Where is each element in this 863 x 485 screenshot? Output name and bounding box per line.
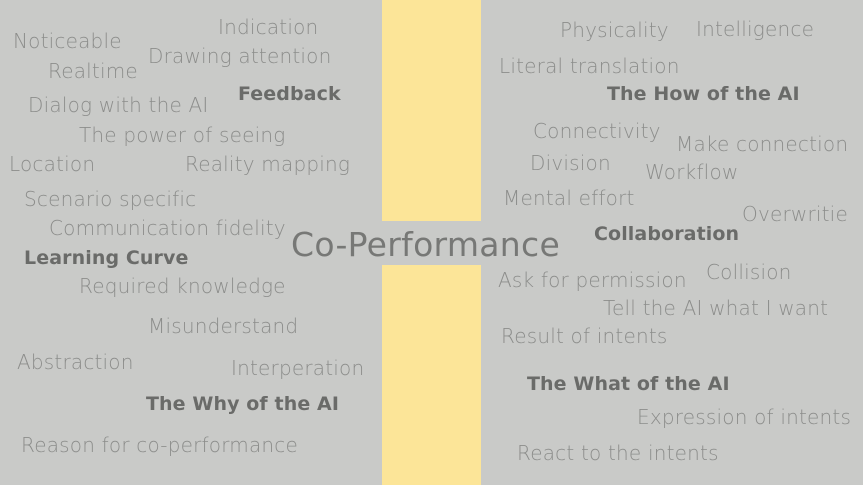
word-misunderstand: Misunderstand [148,314,299,338]
heading-how-of-ai: The How of the AI [607,83,800,105]
word-abstraction: Abstraction [17,350,134,374]
word-indication: Indication [218,15,319,39]
word-tell-ai: Tell the AI what I want [603,296,829,320]
word-dialog: Dialog with the AI [28,93,209,117]
word-collision: Collision [706,260,792,284]
word-make-connection: Make connection [676,132,849,156]
word-literal-translation: Literal translation [499,54,680,78]
heading-what-of-ai: The What of the AI [527,373,730,395]
word-reason: Reason for co-performance [21,433,299,457]
word-mental-effort: Mental effort [503,186,635,210]
heading-why-of-ai: The Why of the AI [146,393,339,415]
word-connectivity: Connectivity [533,119,661,143]
heading-collaboration: Collaboration [594,223,740,245]
word-workflow: Workflow [645,160,739,184]
heading-learning-curve: Learning Curve [24,247,189,269]
word-react-to-intents: React to the intents [517,441,719,465]
word-location: Location [9,152,96,176]
word-result-of-intents: Result of intents [501,324,668,348]
word-overwritie: Overwritie [742,202,848,226]
word-drawing-attention: Drawing attention [148,44,332,68]
center-title: Co-Performance [291,225,561,264]
word-ask-permission: Ask for permission [498,268,687,292]
word-realtime: Realtime [48,59,138,83]
word-required-knowledge: Required knowledge [79,274,286,298]
heading-feedback: Feedback [238,83,341,105]
word-interperation: Interperation [231,356,365,380]
word-power-of-seeing: The power of seeing [79,123,286,147]
word-noticeable: Noticeable [13,29,122,53]
word-expression-of-intents: Expression of intents [637,405,852,429]
word-physicality: Physicality [560,18,669,42]
word-scenario-specific: Scenario specific [24,187,197,211]
word-communication-fidelity: Communication fidelity [49,216,286,240]
word-reality-mapping: Reality mapping [185,152,351,176]
yellow-band-top [382,0,481,221]
yellow-band-bottom [382,265,481,485]
word-division: Division [530,151,611,175]
word-intelligence: Intelligence [696,17,815,41]
